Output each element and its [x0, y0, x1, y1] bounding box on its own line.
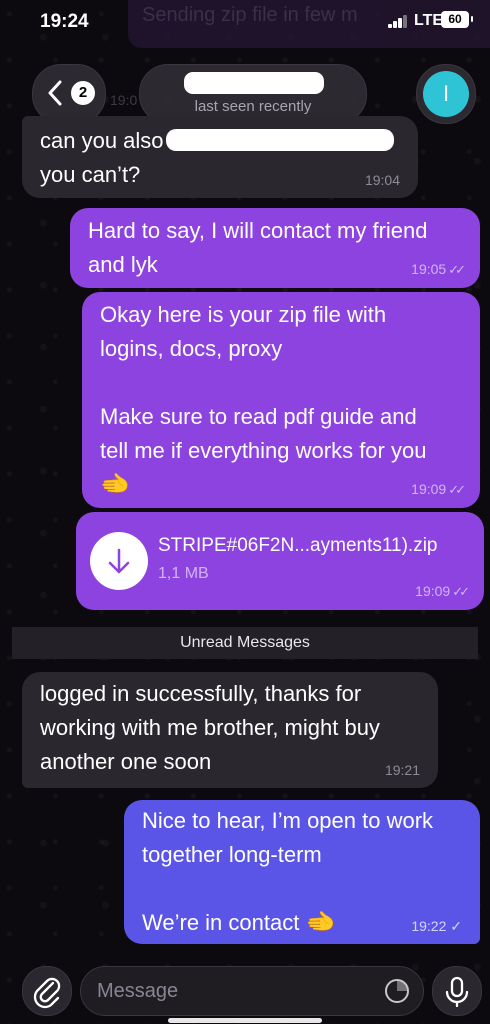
message-outgoing[interactable]: Hard to say, I will contact my friend an… [70, 208, 480, 288]
chevron-left-icon [48, 80, 62, 106]
message-text: can you also you can’t? [40, 124, 400, 192]
message-time: 19:09 [415, 583, 451, 599]
microphone-icon [445, 976, 469, 1008]
status-bar: Sending zip file in few m 19:24 LTE 60 [0, 0, 490, 48]
message-text: Hard to say, I will contact my friend an… [88, 218, 428, 277]
unread-count-badge: 2 [71, 81, 95, 105]
sticker-icon[interactable] [384, 978, 410, 1004]
check-icon: ✓ [450, 918, 462, 934]
battery-icon: 60 [441, 11, 473, 28]
double-check-icon: ✓✓ [448, 482, 466, 497]
message-time: 19:09 [411, 481, 447, 497]
paperclip-icon [33, 977, 61, 1009]
double-check-icon: ✓✓ [448, 262, 466, 277]
message-outgoing[interactable]: Okay here is your zip file with logins, … [82, 292, 480, 508]
message-incoming[interactable]: can you also you can’t? 19:04 [22, 116, 418, 198]
file-size: 1,1 MB [158, 565, 209, 582]
message-text: Okay here is your zip file with logins, … [100, 302, 427, 463]
message-meta: 19:09 ✓✓ [415, 583, 470, 600]
date-peek: 19:0 [110, 92, 138, 108]
message-meta: 19:22 ✓ [411, 918, 462, 934]
message-outgoing[interactable]: Nice to hear, I’m open to work together … [124, 800, 480, 944]
double-check-icon: ✓✓ [452, 584, 470, 599]
last-seen-status: last seen recently [194, 98, 312, 115]
message-input[interactable] [80, 966, 424, 1016]
message-time: 19:05 [411, 261, 447, 277]
message-meta: 19:05 ✓✓ [411, 261, 466, 278]
message-meta: 19:09 ✓✓ [411, 481, 466, 498]
battery-level: 60 [448, 12, 462, 26]
back-button[interactable]: 2 [32, 64, 106, 124]
chat-title[interactable]: █████████ last seen recently [139, 64, 367, 124]
status-time: 19:24 [40, 11, 89, 32]
voice-message-button[interactable] [432, 966, 482, 1016]
signal-icon [388, 15, 408, 28]
redaction-mark [165, 129, 394, 151]
avatar-button[interactable]: I [416, 64, 476, 124]
message-time: 19:22 [411, 918, 447, 934]
file-name: STRIPE#06F2N...ayments11).zip [158, 535, 438, 556]
file-message[interactable]: STRIPE#06F2N...ayments11).zip 1,1 MB 19:… [76, 512, 484, 610]
pointing-hand-emoji: 🫲 [305, 909, 336, 936]
contact-name: █████████ [184, 72, 324, 94]
network-label: LTE [414, 12, 444, 29]
message-time: 19:21 [384, 762, 420, 778]
message-time: 19:04 [364, 172, 400, 188]
download-button[interactable] [90, 532, 148, 590]
message-incoming[interactable]: logged in successfully, thanks for worki… [22, 672, 438, 788]
home-indicator [168, 1018, 322, 1023]
attach-button[interactable] [22, 966, 72, 1016]
pointing-hand-emoji: 🫲 [100, 471, 130, 498]
unread-messages-divider: Unread Messages [12, 627, 478, 659]
download-arrow-icon [108, 548, 130, 574]
avatar: I [423, 71, 469, 117]
notification-text: Sending zip file in few m [142, 4, 358, 26]
message-text: logged in successfully, thanks for worki… [40, 681, 380, 774]
